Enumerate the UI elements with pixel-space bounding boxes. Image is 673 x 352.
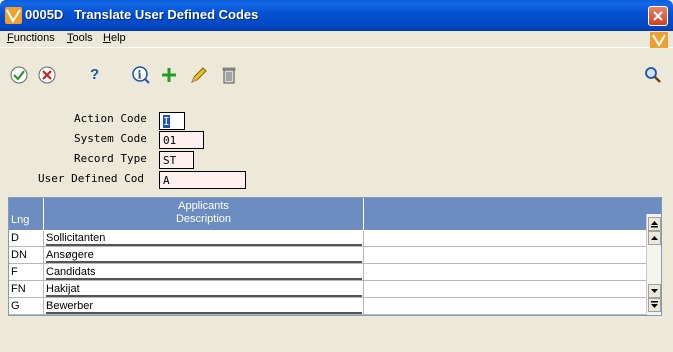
- column-header-blank: [364, 198, 646, 230]
- cell-description-text: Bewerber: [46, 300, 94, 312]
- table-row[interactable]: F Candidats: [9, 264, 646, 281]
- scroll-up-button[interactable]: [648, 217, 661, 231]
- menu-help-label: elp: [110, 32, 126, 44]
- svg-text:i: i: [138, 69, 142, 82]
- action-code-field[interactable]: I: [159, 112, 185, 130]
- chevron-up-icon: [651, 236, 658, 240]
- cell-language[interactable]: FN: [9, 281, 44, 297]
- scroll-down-button[interactable]: [648, 298, 661, 312]
- help-question-icon[interactable]: ?: [84, 64, 104, 84]
- window-title: 0005D Translate User Defined Codes: [25, 7, 259, 22]
- table-row[interactable]: DN Ansøgere: [9, 247, 646, 264]
- ok-check-icon[interactable]: [9, 65, 29, 85]
- system-code-label: System Code: [74, 132, 147, 145]
- column-header-language-label: Lng: [11, 214, 30, 226]
- record-type-field[interactable]: ST: [159, 151, 194, 169]
- cell-description[interactable]: Ansøgere: [44, 247, 364, 263]
- menu-help[interactable]: Help: [103, 32, 126, 44]
- column-header-description-line1: Applicants: [178, 200, 229, 212]
- column-header-description[interactable]: Applicants Description: [44, 198, 364, 230]
- codes-grid: Lng Applicants Description D Sollicitant…: [8, 197, 662, 316]
- chevron-down-icon: [651, 289, 658, 293]
- search-magnifier-icon[interactable]: [643, 65, 663, 85]
- cell-language[interactable]: D: [9, 230, 44, 246]
- cell-blank: [364, 298, 646, 314]
- menu-tools[interactable]: Tools: [67, 32, 93, 44]
- cancel-x-icon[interactable]: [37, 65, 57, 85]
- cell-description[interactable]: Sollicitanten: [44, 230, 364, 246]
- cell-underline: [46, 278, 362, 280]
- table-row[interactable]: D Sollicitanten: [9, 230, 646, 247]
- table-row[interactable]: FN Hakijat: [9, 281, 646, 298]
- cell-blank: [364, 230, 646, 246]
- cell-description[interactable]: Hakijat: [44, 281, 364, 297]
- user-defined-code-label: User Defined Cod: [38, 172, 144, 185]
- svg-text:?: ?: [90, 66, 99, 83]
- action-code-label: Action Code: [74, 112, 147, 125]
- user-defined-code-field[interactable]: A: [159, 171, 246, 189]
- edit-pencil-icon[interactable]: [189, 65, 209, 85]
- menu-functions-label: unctions: [13, 32, 55, 44]
- close-button[interactable]: [648, 6, 668, 26]
- column-header-description-line2: Description: [175, 213, 232, 225]
- cell-underline: [46, 261, 362, 263]
- scroll-down-icon: [651, 301, 658, 308]
- scroll-up-step-button[interactable]: [648, 231, 661, 245]
- cell-blank: [364, 264, 646, 280]
- cell-underline: [46, 295, 362, 297]
- cell-description-text: Ansøgere: [46, 249, 94, 261]
- menu-functions-key: F: [7, 32, 14, 44]
- scroll-up-icon: [651, 221, 658, 228]
- cell-description-text: Sollicitanten: [46, 232, 106, 244]
- menu-tools-label: ools: [72, 32, 93, 44]
- action-code-value: I: [163, 115, 170, 128]
- column-header-language[interactable]: Lng: [9, 198, 44, 230]
- cell-description[interactable]: Candidats: [44, 264, 364, 280]
- app-logo-icon: [5, 7, 22, 24]
- cell-description-text: Candidats: [46, 266, 96, 278]
- table-row[interactable]: G Bewerber: [9, 298, 646, 315]
- delete-trash-icon[interactable]: [219, 65, 239, 85]
- title-bar: 0005D Translate User Defined Codes: [0, 0, 673, 31]
- grid-header: Lng Applicants Description: [9, 198, 661, 230]
- add-plus-icon[interactable]: [159, 65, 179, 85]
- system-code-field[interactable]: 01: [159, 131, 204, 149]
- brand-logo-icon: [650, 32, 668, 48]
- toolbar: ? i: [0, 60, 673, 88]
- vertical-scrollbar[interactable]: [646, 214, 661, 315]
- cell-language[interactable]: F: [9, 264, 44, 280]
- cell-underline: [46, 244, 362, 246]
- close-icon: [653, 11, 663, 21]
- menu-functions[interactable]: Functions: [7, 32, 55, 44]
- cell-description-text: Hakijat: [46, 283, 80, 295]
- cell-description[interactable]: Bewerber: [44, 298, 364, 314]
- info-icon[interactable]: i: [131, 65, 151, 85]
- cell-underline: [46, 312, 362, 314]
- menu-help-key: H: [103, 32, 111, 44]
- cell-language[interactable]: G: [9, 298, 44, 314]
- cell-blank: [364, 247, 646, 263]
- menu-bar: Functions Tools Help: [0, 31, 673, 48]
- cell-language[interactable]: DN: [9, 247, 44, 263]
- scroll-down-step-button[interactable]: [648, 284, 661, 298]
- record-type-label: Record Type: [74, 152, 147, 165]
- cell-blank: [364, 281, 646, 297]
